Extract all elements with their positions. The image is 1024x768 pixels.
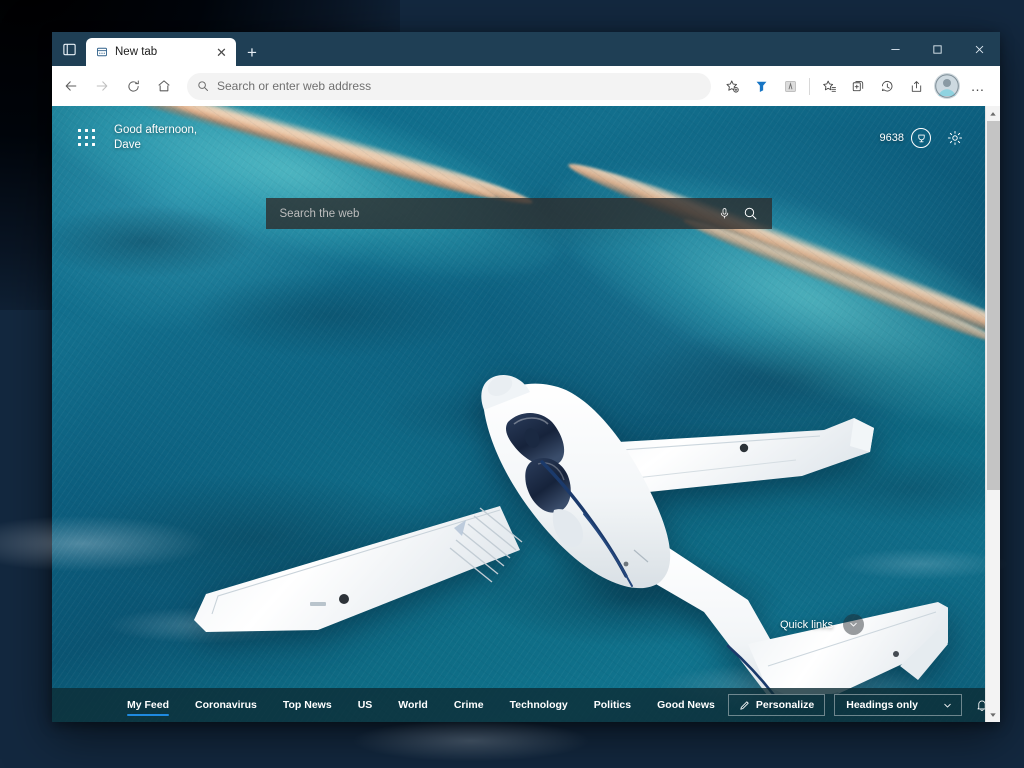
tab-title: New tab <box>115 46 206 58</box>
favorite-add-icon[interactable] <box>718 72 746 100</box>
news-bar-actions: Personalize Headings only <box>728 694 985 716</box>
personalize-button[interactable]: Personalize <box>728 694 825 716</box>
immersive-reader-icon[interactable] <box>776 72 804 100</box>
tab-close-icon[interactable]: ✕ <box>213 44 230 61</box>
browser-window: New tab ✕ + <box>52 32 1000 722</box>
page-viewport: Good afternoon, Dave 9638 <box>52 106 1000 722</box>
chevron-down-icon <box>942 700 953 711</box>
address-bar-placeholder: Search or enter web address <box>217 79 371 93</box>
new-tab-button[interactable]: + <box>238 38 266 66</box>
personalize-label: Personalize <box>756 699 814 711</box>
minimize-button[interactable] <box>874 32 916 66</box>
scrollbar-thumb[interactable] <box>987 121 1000 490</box>
greeting-line-2: Dave <box>114 138 197 153</box>
news-tab-my-feed[interactable]: My Feed <box>114 690 182 721</box>
scrollbar-track[interactable] <box>986 121 1001 707</box>
refresh-icon[interactable] <box>118 71 148 101</box>
page-settings-gear-icon[interactable] <box>947 130 963 146</box>
search-magnifier-icon[interactable] <box>743 206 758 221</box>
news-feed-bar: My Feed Coronavirus Top News US World Cr… <box>52 688 985 722</box>
pencil-edit-icon <box>739 700 750 711</box>
collections-icon[interactable] <box>844 72 872 100</box>
quick-links-toggle[interactable]: Quick links <box>780 614 864 635</box>
window-controls <box>874 32 1000 66</box>
airplane-graphic <box>148 314 948 694</box>
home-icon[interactable] <box>149 71 179 101</box>
forward-arrow-icon[interactable] <box>87 71 117 101</box>
share-icon[interactable] <box>902 72 930 100</box>
news-tab-world[interactable]: World <box>385 690 441 721</box>
newtab-top-bar: Good afternoon, Dave 9638 <box>52 106 985 170</box>
toolbar-actions: … <box>718 72 992 100</box>
chevron-down-icon[interactable] <box>843 614 864 635</box>
desktop-background: New tab ✕ + <box>0 0 1024 768</box>
collections-shopping-icon[interactable] <box>747 72 775 100</box>
profile-avatar[interactable] <box>934 73 960 99</box>
news-tab-good-news[interactable]: Good News <box>644 690 728 721</box>
browser-essentials-icon[interactable] <box>873 72 901 100</box>
app-launcher-grid-icon[interactable] <box>78 129 96 147</box>
news-tab-technology[interactable]: Technology <box>497 690 581 721</box>
web-search-container: Search the web <box>266 198 772 229</box>
maximize-button[interactable] <box>916 32 958 66</box>
more-options-icon[interactable]: … <box>964 72 992 100</box>
greeting-line-1: Good afternoon, <box>114 123 197 138</box>
news-tab-top-news[interactable]: Top News <box>270 690 345 721</box>
favorites-icon[interactable] <box>815 72 843 100</box>
page-scrollbar[interactable] <box>985 106 1000 722</box>
toolbar-divider <box>809 78 810 95</box>
newtab-favicon-icon <box>96 46 108 58</box>
greeting-text: Good afternoon, Dave <box>114 123 197 153</box>
news-tab-politics[interactable]: Politics <box>581 690 644 721</box>
search-icon <box>197 80 209 92</box>
feed-layout-select[interactable]: Headings only <box>834 694 962 716</box>
news-tab-coronavirus[interactable]: Coronavirus <box>182 690 270 721</box>
rewards-trophy-icon <box>911 128 931 148</box>
titlebar: New tab ✕ + <box>52 32 1000 66</box>
web-search-placeholder: Search the web <box>280 208 706 220</box>
bell-notification-icon[interactable] <box>971 694 985 716</box>
web-search-box[interactable]: Search the web <box>266 198 772 229</box>
newtab-top-right: 9638 <box>880 128 963 148</box>
rewards-counter[interactable]: 9638 <box>880 128 931 148</box>
tab-actions-icon[interactable] <box>52 32 86 66</box>
scroll-up-arrow-icon[interactable] <box>986 106 1001 121</box>
rewards-points: 9638 <box>880 132 904 144</box>
microphone-icon[interactable] <box>718 207 731 220</box>
quick-links-label: Quick links <box>780 619 833 631</box>
news-category-nav: My Feed Coronavirus Top News US World Cr… <box>52 690 728 721</box>
scroll-down-arrow-icon[interactable] <box>986 707 1001 722</box>
news-tab-us[interactable]: US <box>345 690 386 721</box>
feed-layout-value: Headings only <box>846 699 918 711</box>
browser-tab[interactable]: New tab ✕ <box>86 38 236 66</box>
close-button[interactable] <box>958 32 1000 66</box>
navigation-toolbar: Search or enter web address <box>52 66 1000 106</box>
back-arrow-icon[interactable] <box>56 71 86 101</box>
newtab-background-image: Good afternoon, Dave 9638 <box>52 106 985 722</box>
address-bar[interactable]: Search or enter web address <box>187 73 711 100</box>
news-tab-crime[interactable]: Crime <box>441 690 497 721</box>
